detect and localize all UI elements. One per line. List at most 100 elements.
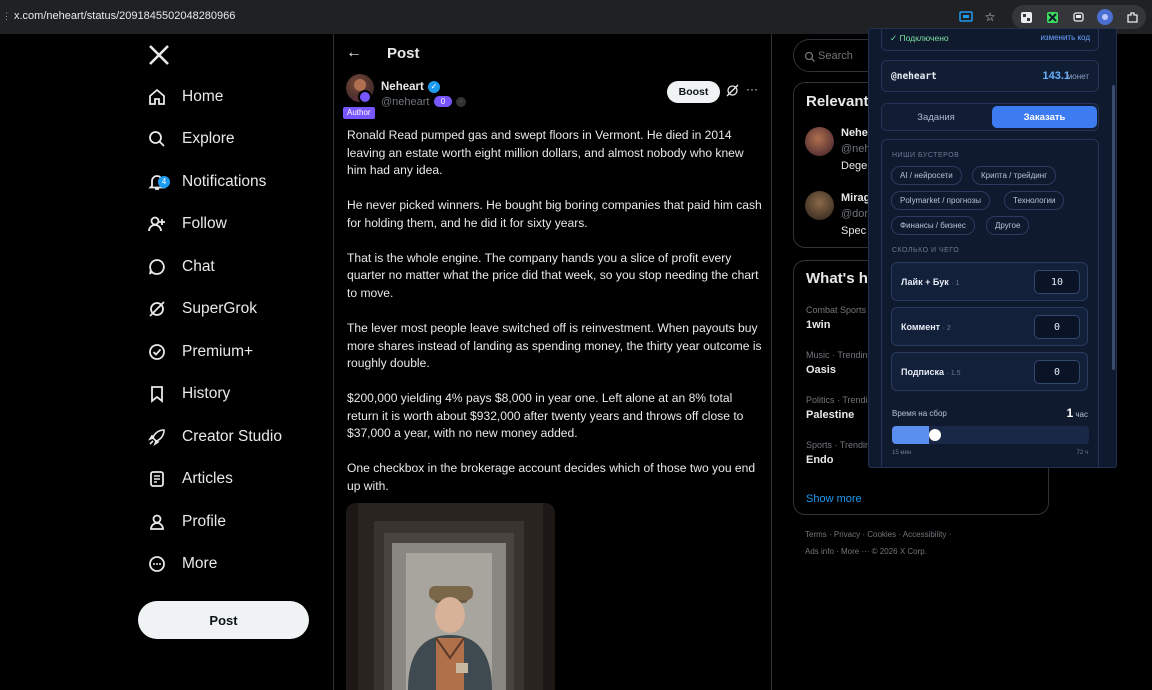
nav-label: More (182, 555, 218, 572)
extension-bus-icon[interactable] (1069, 8, 1087, 26)
cast-icon[interactable] (957, 8, 975, 26)
extension-active-icon[interactable] (1096, 8, 1114, 26)
nav-item-supergrok[interactable]: SuperGrok (146, 289, 257, 329)
boost-button[interactable]: Boost (667, 81, 720, 103)
time-label: Время на сбор (892, 409, 947, 418)
search-icon (804, 50, 816, 62)
post-paragraph: The lever most people leave switched off… (347, 320, 762, 371)
service-row-follows: Подписка · 1.5 0 (891, 352, 1088, 391)
extension-green-icon[interactable] (1043, 8, 1061, 26)
back-arrow-icon[interactable]: ← (346, 44, 362, 62)
add-person-icon (146, 213, 168, 235)
post-image[interactable] (346, 503, 555, 690)
niche-chip[interactable]: Технологии (1004, 191, 1065, 210)
follows-quantity-input[interactable]: 0 (1034, 360, 1080, 384)
nav-label: Premium+ (182, 343, 254, 360)
show-more-link[interactable]: Show more (806, 493, 862, 505)
order-form: НИШИ БУСТЕРОВ AI / нейросети Крипта / тр… (881, 139, 1099, 467)
nav-item-follow[interactable]: Follow (146, 204, 227, 244)
trend-name[interactable]: Endo (806, 454, 834, 466)
post-button[interactable]: Post (138, 601, 309, 639)
more-circle-icon (146, 553, 168, 575)
nav-item-history[interactable]: History (146, 374, 230, 414)
post-paragraph: One checkbox in the brokerage account de… (347, 461, 756, 493)
extra-badge-icon: ◦ (456, 97, 466, 107)
search-placeholder: Search (818, 50, 853, 62)
nav-item-premium[interactable]: Premium+ (146, 332, 253, 372)
nav-item-chat[interactable]: Chat (146, 247, 215, 287)
author-handle[interactable]: @neheart (381, 96, 429, 108)
extension-scrollbar[interactable] (1112, 85, 1115, 370)
likes-quantity-input[interactable]: 10 (1034, 270, 1080, 294)
extension-grid-icon[interactable] (1017, 8, 1035, 26)
left-navigation: Home Explore 4 Notifications Follow Chat… (138, 34, 333, 690)
nav-label: Follow (182, 215, 227, 232)
change-code-link[interactable]: изменить код (1040, 33, 1090, 42)
more-options-icon[interactable]: ··· (746, 82, 758, 96)
nav-label: SuperGrok (182, 300, 257, 317)
nav-label: Creator Studio (182, 428, 282, 445)
section-title: НИШИ БУСТЕРОВ (892, 152, 960, 159)
account-handle: @neheart (891, 71, 937, 82)
x-logo-icon[interactable] (148, 44, 170, 66)
nav-item-explore[interactable]: Explore (146, 119, 235, 159)
page-title: Post (387, 45, 420, 62)
bookmark-icon (146, 383, 168, 405)
nav-item-creator-studio[interactable]: Creator Studio (146, 417, 282, 457)
time-value: 1 час (1066, 406, 1088, 420)
trend-category: Politics · Trending (806, 395, 878, 405)
service-label: Подписка · 1.5 (901, 367, 961, 377)
bookmark-star-icon[interactable]: ☆ (981, 8, 999, 26)
tab-tasks[interactable]: Задания (882, 104, 990, 130)
nav-item-more[interactable]: More (146, 544, 217, 584)
nav-label: Profile (182, 513, 226, 530)
niche-chip[interactable]: Крипта / трейдинг (972, 166, 1057, 185)
nav-label: Home (182, 88, 224, 105)
footer-links[interactable]: Ads info · More ··· © 2026 X Corp. (805, 547, 927, 556)
trend-name[interactable]: Oasis (806, 364, 836, 376)
service-label: Коммент · 2 (901, 322, 951, 332)
footer-links[interactable]: Terms · Privacy · Cookies · Accessibilit… (805, 530, 951, 539)
puzzle-icon[interactable] (1123, 8, 1141, 26)
nav-label: Chat (182, 258, 215, 275)
notification-badge: 4 (158, 176, 170, 188)
live-indicator (358, 90, 372, 104)
post-header: ← Post (334, 34, 771, 74)
post-text: Ronald Read pumped gas and swept floors … (347, 127, 763, 513)
site-info-icon[interactable]: ⋮ (2, 11, 11, 21)
duration-slider[interactable] (892, 426, 1089, 444)
chat-icon (146, 256, 168, 278)
bell-icon: 4 (146, 171, 170, 193)
nav-item-articles[interactable]: Articles (146, 459, 233, 499)
niche-chip[interactable]: Другое (986, 216, 1030, 235)
slider-min-label: 15 мин (892, 450, 912, 456)
address-bar[interactable]: x.com/neheart/status/2091845502048280966 (14, 10, 235, 22)
slider-thumb[interactable] (929, 429, 941, 441)
nav-item-notifications[interactable]: 4 Notifications (146, 162, 266, 202)
trend-name[interactable]: 1win (806, 319, 830, 331)
trend-name[interactable]: Palestine (806, 409, 854, 421)
niche-chip[interactable]: Финансы / бизнес (891, 216, 975, 235)
nav-label: Articles (182, 470, 233, 487)
niche-chip[interactable]: AI / нейросети (891, 166, 962, 185)
avatar[interactable] (805, 127, 834, 156)
grok-icon (146, 298, 168, 320)
nav-label: Explore (182, 130, 235, 147)
niche-chip[interactable]: Polymarket / прогнозы (891, 191, 991, 210)
trend-category: Music · Trending (806, 350, 873, 360)
connection-status: ✓ Подключено изменить код (881, 29, 1099, 51)
nav-item-profile[interactable]: Profile (146, 502, 226, 542)
nav-label: History (182, 385, 231, 402)
coin-unit: монет (1066, 72, 1089, 81)
comments-quantity-input[interactable]: 0 (1034, 315, 1080, 339)
grok-explain-icon[interactable] (726, 84, 739, 100)
avatar[interactable] (805, 191, 834, 220)
nav-label: Notifications (182, 173, 267, 190)
article-icon (146, 468, 168, 490)
author-tag: Author (343, 107, 375, 119)
author-name[interactable]: Neheart (381, 81, 424, 93)
nav-item-home[interactable]: Home (146, 77, 223, 117)
service-row-likes: Лайк + Бук · 1 10 (891, 262, 1088, 301)
connected-status: ✓ Подключено (890, 33, 949, 43)
tab-order[interactable]: Заказать (992, 106, 1097, 128)
